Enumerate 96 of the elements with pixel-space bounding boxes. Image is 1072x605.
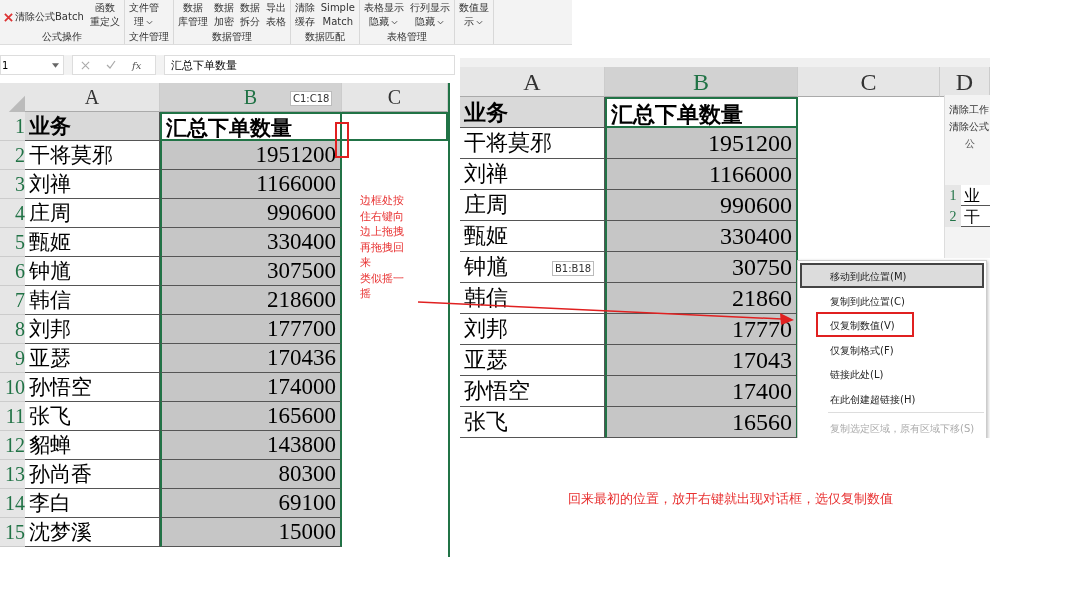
row-header[interactable]: 3 <box>0 170 25 199</box>
caret-icon <box>52 62 59 68</box>
ribbon-button[interactable]: 文件管 理 <box>128 1 159 29</box>
column-header[interactable]: A <box>460 67 605 97</box>
row-header[interactable]: 12 <box>0 431 25 460</box>
row-header[interactable]: 9 <box>0 344 25 373</box>
ribbon-button[interactable]: 表格显示 隐藏 <box>363 1 404 29</box>
caret-icon <box>476 19 484 25</box>
row-header[interactable]: 10 <box>0 373 25 402</box>
caret-icon <box>391 19 399 25</box>
highlight-frame <box>335 122 349 158</box>
menu-item[interactable]: 复制到此位置(C) <box>800 287 984 312</box>
table-cell: 17400 <box>605 376 798 407</box>
table-cell: 174000 <box>160 373 342 402</box>
table-cell: 330400 <box>160 228 342 257</box>
table-cell: 21860 <box>605 283 798 314</box>
table-cell: 汇总下单数量 <box>160 112 342 141</box>
table-cell: 1951200 <box>605 128 798 159</box>
group-label: 数据管理 <box>210 30 253 44</box>
table-cell: 15000 <box>160 518 342 547</box>
table-cell: 307500 <box>160 257 342 286</box>
group-label: 文件管理 <box>128 30 169 44</box>
cancel-icon[interactable] <box>81 60 90 70</box>
row-header[interactable]: 14 <box>0 489 25 518</box>
table-cell: 汇总下单数量 <box>605 97 798 128</box>
table-cell: 30750 <box>605 252 798 283</box>
ribbon-button[interactable]: 数值显 示 <box>458 1 489 29</box>
annotation-text: 类似摇一摇 <box>360 270 405 302</box>
column-header[interactable]: C <box>798 67 940 97</box>
ribbon-button[interactable]: Simple Match <box>320 1 355 29</box>
table-cell: 330400 <box>605 221 798 252</box>
menu-item[interactable]: 仅复制数值(V) <box>816 312 914 337</box>
range-tooltip: B1:B18 <box>552 261 595 276</box>
table-cell: 990600 <box>605 190 798 221</box>
column-header[interactable]: A <box>25 83 160 112</box>
function-label[interactable]: fx <box>132 59 142 71</box>
group-label: 公式操作 <box>40 30 83 44</box>
table-cell: 业务 <box>460 97 605 128</box>
ribbon-button[interactable]: 清除公式Batch <box>4 10 84 24</box>
row-header[interactable]: 4 <box>0 199 25 228</box>
table-cell: 业务 <box>25 112 160 141</box>
row-header[interactable]: 8 <box>0 315 25 344</box>
row-header[interactable]: 1 <box>945 185 961 206</box>
table-cell: 177700 <box>160 315 342 344</box>
table-cell: 17770 <box>605 314 798 345</box>
row-header[interactable]: 13 <box>0 460 25 489</box>
menu-item[interactable]: 链接此处(L) <box>800 361 984 386</box>
table-cell: 990600 <box>160 199 342 228</box>
menu-item[interactable]: 移动到此位置(M) <box>800 263 984 288</box>
menu-item[interactable]: 仅复制格式(F) <box>800 336 984 361</box>
delete-icon <box>4 12 13 22</box>
row-header[interactable]: 1 <box>0 112 25 141</box>
ribbon-button[interactable]: 函数 重定义 <box>89 1 120 29</box>
row-header[interactable]: 5 <box>0 228 25 257</box>
ribbon-button[interactable]: 清除 缓存 <box>294 1 315 29</box>
ribbon-button[interactable]: 数据 拆分 <box>239 1 260 29</box>
ribbon-button[interactable]: 行列显示 隐藏 <box>409 1 450 29</box>
group-label: 公 <box>964 137 976 151</box>
table-cell: 16560 <box>605 407 798 438</box>
column-header[interactable]: D <box>940 67 990 97</box>
table-cell: 1166000 <box>160 170 342 199</box>
table-cell: 17043 <box>605 345 798 376</box>
table-cell: 1951200 <box>160 141 342 170</box>
menu-item[interactable]: 在此创建超链接(H) <box>800 385 984 410</box>
range-tooltip: C1:C18 <box>290 91 333 106</box>
table-cell: 业 <box>961 185 990 206</box>
table-cell: 165600 <box>160 402 342 431</box>
row-header[interactable]: 7 <box>0 286 25 315</box>
table-cell: 80300 <box>160 460 342 489</box>
check-icon[interactable] <box>106 60 116 70</box>
row-header[interactable]: 15 <box>0 518 25 547</box>
ribbon-button[interactable]: 清除工作 <box>949 103 990 117</box>
caret-icon <box>146 19 154 25</box>
group-label: 表格管理 <box>385 30 428 44</box>
table-cell: 1166000 <box>605 159 798 190</box>
ribbon-button[interactable]: 数据 库管理 <box>177 1 208 29</box>
ribbon-button[interactable]: 导出 表格 <box>265 1 286 29</box>
table-cell: 69100 <box>160 489 342 518</box>
name-box[interactable]: 1 <box>0 55 64 75</box>
row-header[interactable]: 2 <box>945 206 961 227</box>
column-header[interactable]: B <box>605 67 798 97</box>
ribbon-button[interactable]: 数据 加密 <box>213 1 234 29</box>
group-label: 数据匹配 <box>303 30 346 44</box>
row-header[interactable]: 2 <box>0 141 25 170</box>
annotation-text: 边框处按住右键向边上拖拽再拖拽回来 <box>360 193 405 271</box>
table-cell: 干 <box>961 206 990 227</box>
row-header[interactable]: 11 <box>0 402 25 431</box>
ribbon-button[interactable]: 清除公式 <box>949 120 990 134</box>
formula-field[interactable]: 汇总下单数量 <box>164 55 455 75</box>
annotation-text: 回来最初的位置，放开右键就出现对话框，选仅复制数值 <box>568 490 893 508</box>
table-cell: 143800 <box>160 431 342 460</box>
row-header[interactable]: 6 <box>0 257 25 286</box>
column-header[interactable]: C <box>342 83 448 112</box>
caret-icon <box>437 19 445 25</box>
table-cell: 170436 <box>160 344 342 373</box>
table-cell: 218600 <box>160 286 342 315</box>
